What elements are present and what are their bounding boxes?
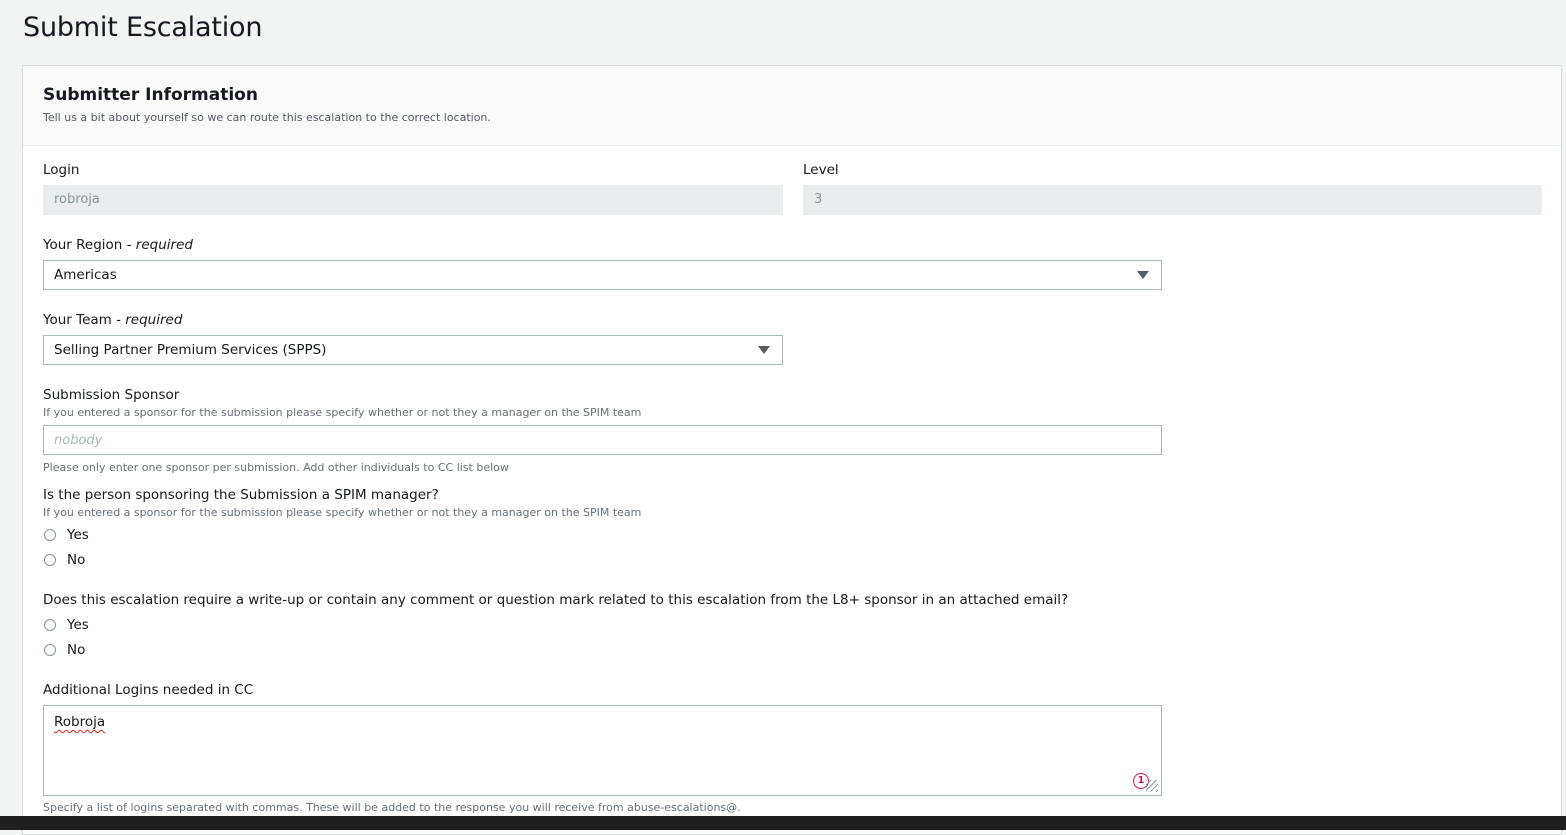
section-description: Tell us a bit about yourself so we can r… xyxy=(43,111,491,124)
radio-label: No xyxy=(67,552,86,568)
page-title: Submit Escalation xyxy=(23,12,263,43)
os-taskbar xyxy=(0,816,1566,830)
submitter-panel: Submitter Information Tell us a bit abou… xyxy=(22,65,1562,835)
spim-manager-no-option[interactable]: No xyxy=(44,552,85,568)
sponsor-label: Submission Sponsor xyxy=(43,387,180,403)
sponsor-hint: If you entered a sponsor for the submiss… xyxy=(43,406,642,419)
level-label: Level xyxy=(803,162,839,178)
cc-textarea[interactable]: Robroja 1 xyxy=(43,705,1162,796)
login-label: Login xyxy=(43,162,80,178)
writeup-question: Does this escalation require a write-up … xyxy=(43,592,1069,608)
region-required: - required xyxy=(126,237,193,253)
spim-manager-yes-option[interactable]: Yes xyxy=(44,527,89,543)
cc-footer: Specify a list of logins separated with … xyxy=(43,801,741,814)
caret-down-icon xyxy=(758,346,770,354)
radio-button[interactable] xyxy=(44,644,56,656)
spim-manager-question: Is the person sponsoring the Submission … xyxy=(43,487,439,503)
login-field: robroja xyxy=(43,185,783,215)
radio-label: Yes xyxy=(67,527,89,543)
team-label-text: Your Team xyxy=(43,312,112,328)
sponsor-footer: Please only enter one sponsor per submis… xyxy=(43,461,509,474)
radio-label: No xyxy=(67,642,86,658)
radio-label: Yes xyxy=(67,617,89,633)
panel-header: Submitter Information Tell us a bit abou… xyxy=(23,66,1561,146)
team-selected-value: Selling Partner Premium Services (SPPS) xyxy=(54,342,327,358)
region-select[interactable]: Americas xyxy=(43,260,1162,290)
cc-value: Robroja xyxy=(54,714,106,730)
region-label-text: Your Region xyxy=(43,237,123,253)
caret-down-icon xyxy=(1137,271,1149,279)
spim-manager-hint: If you entered a sponsor for the submiss… xyxy=(43,506,642,519)
region-selected-value: Americas xyxy=(54,267,117,283)
region-label: Your Region - required xyxy=(43,237,193,253)
radio-button[interactable] xyxy=(44,554,56,566)
writeup-no-option[interactable]: No xyxy=(44,642,85,658)
level-field: 3 xyxy=(803,185,1542,215)
team-required: - required xyxy=(116,312,183,328)
cc-label: Additional Logins needed in CC xyxy=(43,682,254,698)
radio-button[interactable] xyxy=(44,529,56,541)
writeup-yes-option[interactable]: Yes xyxy=(44,617,89,633)
sponsor-input[interactable] xyxy=(43,425,1162,455)
resize-grip-icon[interactable] xyxy=(1146,780,1158,792)
team-select[interactable]: Selling Partner Premium Services (SPPS) xyxy=(43,335,783,365)
radio-button[interactable] xyxy=(44,619,56,631)
section-title: Submitter Information xyxy=(43,85,258,105)
team-label: Your Team - required xyxy=(43,312,182,328)
